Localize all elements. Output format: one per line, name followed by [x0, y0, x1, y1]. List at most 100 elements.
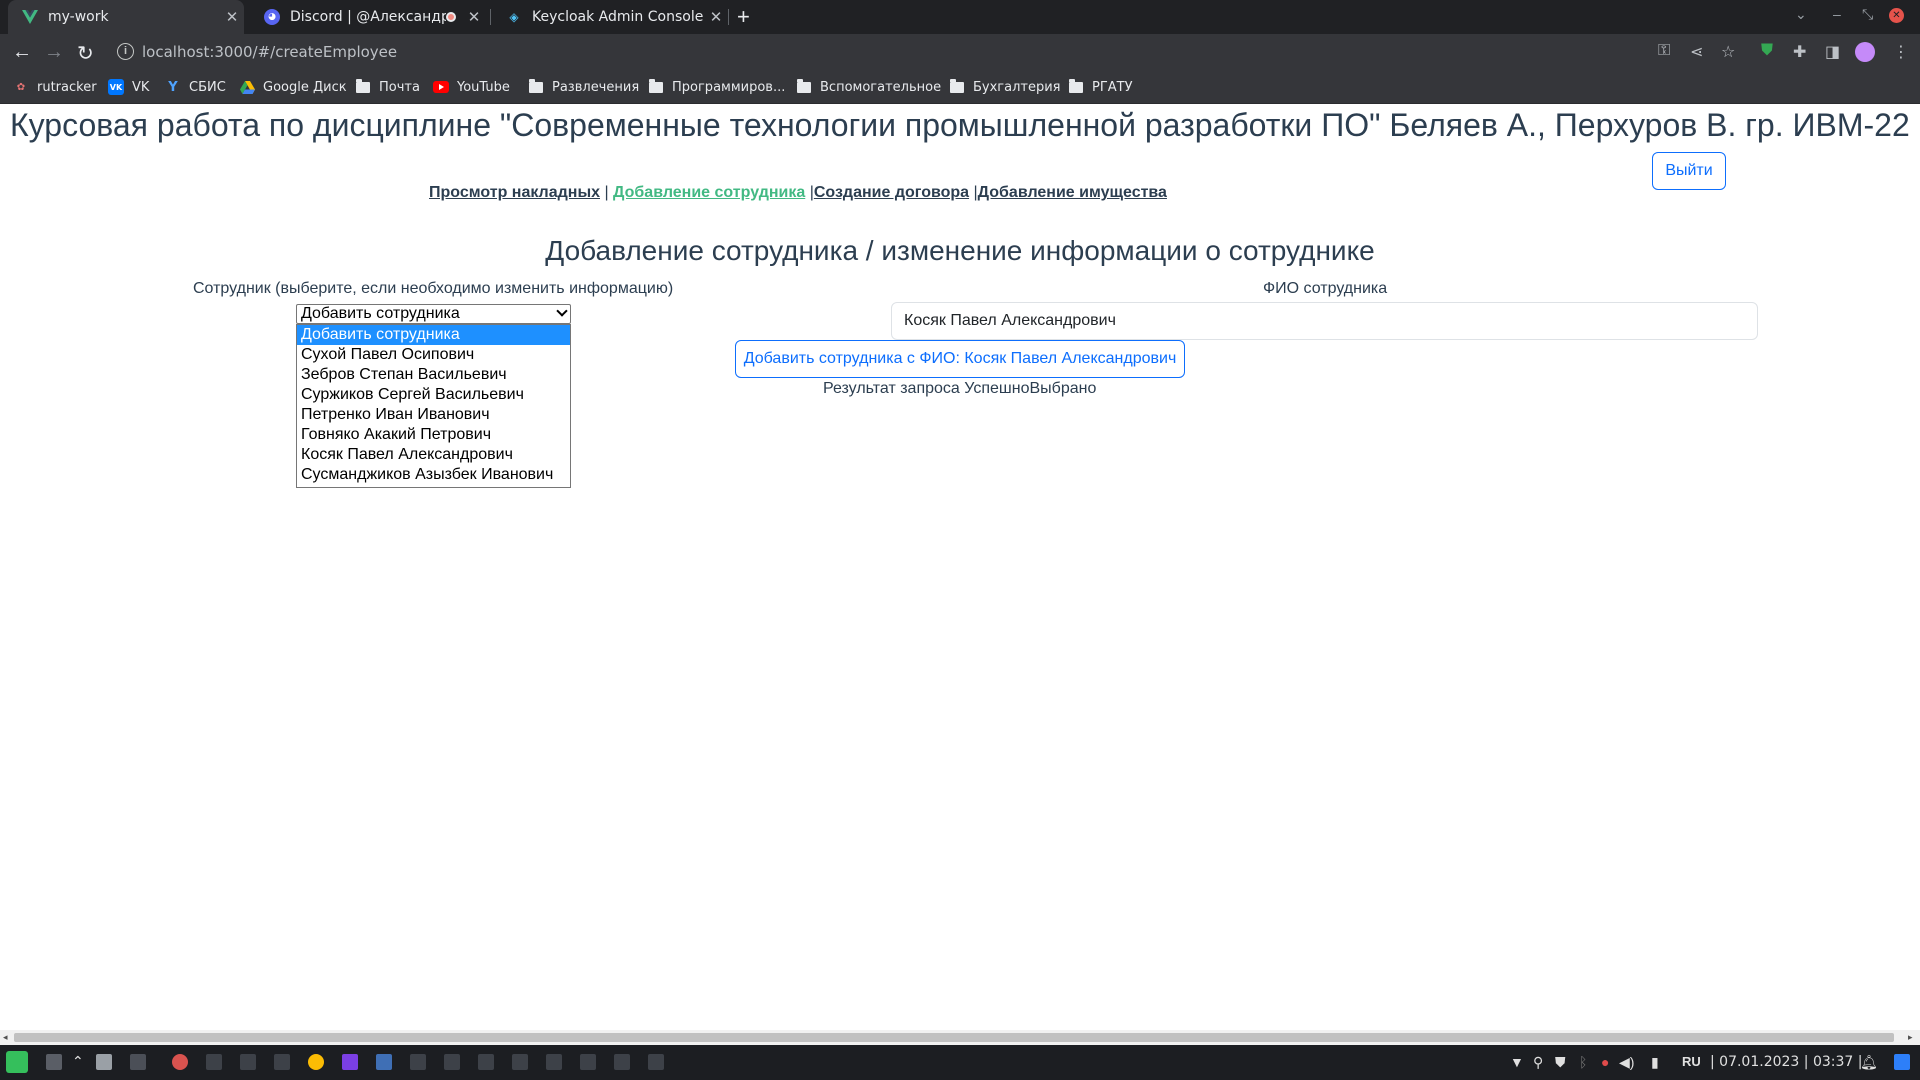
folder-icon[interactable]: [274, 1054, 290, 1070]
bookmark-folder-mail[interactable]: Почта: [355, 78, 420, 95]
volume-icon[interactable]: ◀): [1619, 1054, 1634, 1071]
logout-button[interactable]: Выйти: [1652, 152, 1726, 190]
wifi-icon[interactable]: ▼: [1510, 1054, 1524, 1070]
bookmark-folder-auxiliary[interactable]: Вспомогательное: [796, 78, 942, 95]
os-taskbar: ⌃ ▼ ⚲ ⛊ ᛒ ● ◀) ▮ RU | 07.01.2023 | 03:37…: [0, 1045, 1920, 1080]
battery-icon[interactable]: ▮: [1651, 1054, 1659, 1071]
chevron-up-icon[interactable]: ⌃: [72, 1053, 84, 1070]
scrollbar-thumb[interactable]: [14, 1033, 1894, 1042]
share-icon[interactable]: ⋖: [1690, 42, 1703, 62]
bookmark-folder-accounting[interactable]: Бухгалтерия: [949, 78, 1061, 95]
workspace-icon[interactable]: [46, 1054, 62, 1070]
folder-icon: [528, 78, 544, 95]
extensions-icon[interactable]: ✚: [1793, 42, 1806, 62]
bookmark-sbis[interactable]: Y СБИС: [165, 79, 226, 95]
terminal-icon[interactable]: [130, 1054, 146, 1070]
tab-my-work[interactable]: my-work ✕: [8, 0, 244, 34]
dropdown-option[interactable]: Сухой Павел Осипович: [297, 345, 570, 365]
shield-extension-icon[interactable]: ⛊: [1761, 42, 1773, 60]
forward-icon[interactable]: →: [44, 41, 64, 64]
dropdown-option[interactable]: Добавить сотрудника: [297, 325, 570, 345]
side-panel-icon[interactable]: ◨: [1825, 42, 1840, 62]
page-title: Курсовая работа по дисциплине "Современн…: [10, 107, 1910, 143]
folder-icon[interactable]: [512, 1054, 528, 1070]
bookmark-folder-entertainment[interactable]: Развлечения: [528, 78, 639, 95]
bookmark-label: Вспомогательное: [820, 79, 942, 95]
folder-icon[interactable]: [410, 1054, 426, 1070]
bookmark-vk[interactable]: VK VK: [108, 79, 149, 95]
chrome-icon[interactable]: [308, 1054, 324, 1070]
manjaro-menu-icon[interactable]: [6, 1051, 28, 1073]
bookmark-label: YouTube: [457, 79, 510, 95]
terminal-icon[interactable]: [240, 1054, 256, 1070]
tab-discord[interactable]: ◕ Discord | @Александр Б ✕: [250, 0, 486, 34]
bookmarks-bar: ✿ rutracker VK VK Y СБИС Google Диск Поч…: [0, 72, 1920, 104]
scroll-left-icon[interactable]: ◂: [3, 1032, 8, 1043]
nav-link-waybills[interactable]: Просмотр накладных: [429, 184, 600, 201]
tab-keycloak[interactable]: ◈ Keycloak Admin Console ✕: [492, 0, 728, 34]
site-info-icon[interactable]: i: [117, 43, 134, 60]
dropdown-option[interactable]: Суржиков Сергей Васильевич: [297, 385, 570, 405]
bookmark-folder-programming[interactable]: Программиров...: [648, 78, 785, 95]
keyboard-layout[interactable]: RU: [1682, 1054, 1701, 1069]
bookmark-folder-rgatu[interactable]: РГАТУ: [1068, 78, 1133, 95]
bookmark-youtube[interactable]: YouTube: [433, 79, 510, 95]
vk-icon: VK: [108, 79, 124, 95]
terminal-icon[interactable]: [206, 1054, 222, 1070]
dropdown-option[interactable]: Петренко Иван Иванович: [297, 405, 570, 425]
bookmark-label: VK: [132, 79, 150, 95]
employee-select[interactable]: Добавить сотрудника: [296, 304, 571, 324]
dropdown-option[interactable]: Косяк Павел Александрович: [297, 445, 570, 465]
reload-icon[interactable]: ↻: [77, 41, 94, 66]
folder-icon[interactable]: [580, 1054, 596, 1070]
bookmark-star-icon[interactable]: ☆: [1721, 42, 1735, 62]
restore-icon[interactable]: ⤡: [1862, 6, 1873, 23]
back-icon[interactable]: ←: [12, 41, 32, 64]
keycloak-icon: ◈: [509, 10, 519, 24]
folder-icon[interactable]: [614, 1054, 630, 1070]
fio-input[interactable]: Косяк Павел Александрович: [891, 302, 1758, 340]
bookmark-rutracker[interactable]: ✿ rutracker: [13, 79, 97, 95]
dropdown-option[interactable]: Говняко Акакий Петрович: [297, 425, 570, 445]
bookmark-google-drive[interactable]: Google Диск: [239, 79, 347, 95]
nav-link-add-property[interactable]: Добавление имущества: [978, 184, 1167, 201]
dropdown-option[interactable]: Зебров Степан Васильевич: [297, 365, 570, 385]
folder-icon[interactable]: [444, 1054, 460, 1070]
tab-title: Discord | @Александр Б: [290, 9, 446, 25]
menu-icon[interactable]: ⋮: [1893, 42, 1909, 62]
minimize-icon[interactable]: –: [1833, 6, 1841, 22]
employee-select-label: Сотрудник (выберите, если необходимо изм…: [193, 280, 674, 297]
dropdown-option[interactable]: Сусманджиков Азызбек Иванович: [297, 465, 570, 485]
scroll-right-icon[interactable]: ▸: [1908, 1032, 1913, 1043]
bluetooth-icon[interactable]: ᛒ: [1579, 1054, 1587, 1070]
shield-icon[interactable]: ⛊: [1555, 1054, 1566, 1071]
folder-icon[interactable]: [478, 1054, 494, 1070]
nav-link-create-contract[interactable]: Создание договора: [814, 184, 969, 201]
show-desktop-icon[interactable]: [1894, 1054, 1910, 1070]
clock[interactable]: | 07.01.2023 | 03:37 |: [1710, 1054, 1862, 1070]
nav-separator: |: [805, 184, 814, 201]
folder-icon[interactable]: [648, 1054, 664, 1070]
paperclip-icon[interactable]: ⚲: [1533, 1054, 1543, 1071]
horizontal-scrollbar[interactable]: ◂ ▸: [0, 1030, 1920, 1045]
vue-icon: [22, 9, 38, 25]
new-tab-icon[interactable]: +: [737, 4, 750, 30]
close-tab-icon[interactable]: ✕: [462, 8, 486, 26]
close-tab-icon[interactable]: ✕: [704, 8, 728, 26]
folder-icon[interactable]: [546, 1054, 562, 1070]
editor-icon[interactable]: [376, 1054, 392, 1070]
close-window-icon[interactable]: ✕: [1889, 8, 1904, 23]
chrome-icon[interactable]: [172, 1054, 188, 1070]
key-icon[interactable]: ⚿: [1658, 42, 1670, 60]
tab-search-icon[interactable]: ⌄: [1795, 6, 1807, 23]
nav-link-add-employee[interactable]: Добавление сотрудника: [613, 184, 805, 201]
avatar[interactable]: [1855, 42, 1875, 62]
notification-bell-icon[interactable]: 🔔︎: [1860, 1054, 1878, 1071]
microphone-icon[interactable]: ●: [1601, 1054, 1609, 1070]
url-input[interactable]: localhost:3000/#/createEmployee: [142, 43, 397, 61]
youtube-icon: [433, 79, 449, 95]
ide-icon[interactable]: [342, 1054, 358, 1070]
file-manager-icon[interactable]: [96, 1054, 112, 1070]
close-tab-icon[interactable]: ✕: [220, 8, 244, 26]
add-employee-button[interactable]: Добавить сотрудника с ФИО: Косяк Павел А…: [735, 340, 1185, 378]
